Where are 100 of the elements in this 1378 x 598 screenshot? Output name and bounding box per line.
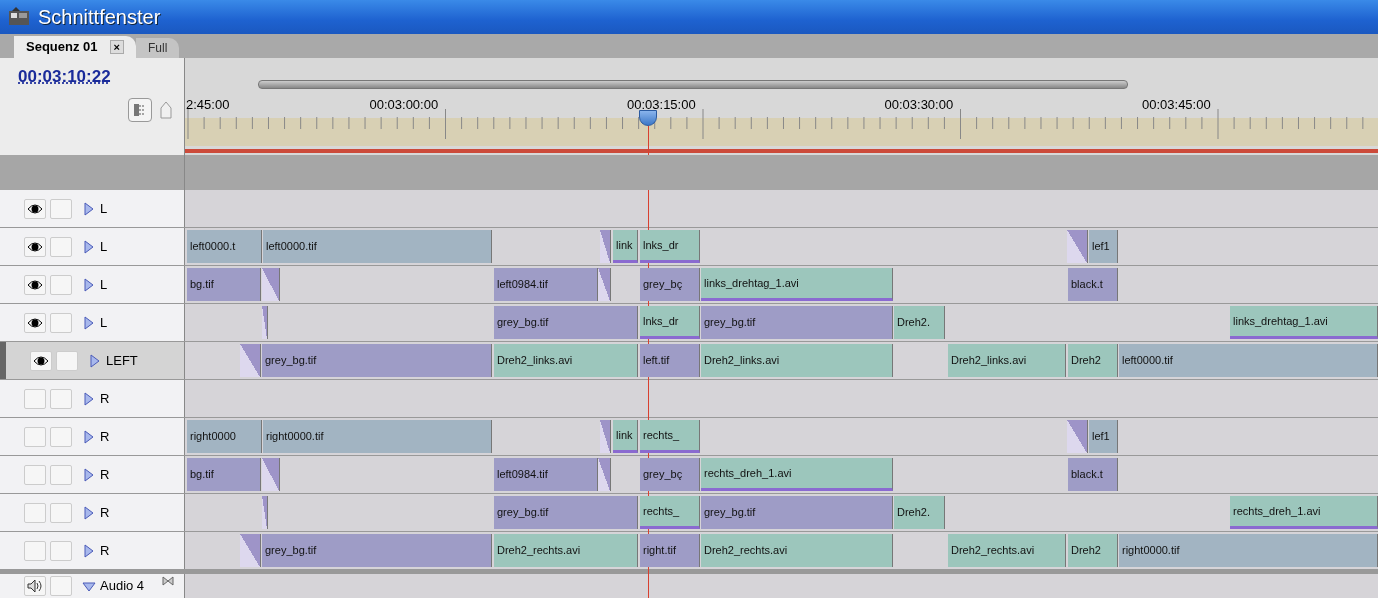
transition-clip[interactable]	[1067, 230, 1088, 263]
timeline-clip[interactable]: grey_bg.tif	[494, 496, 638, 529]
timeline-clip[interactable]: links_drehtag_1.avi	[1230, 306, 1378, 339]
timeline-clip[interactable]: left0984.tif	[494, 458, 598, 491]
timeline-clip[interactable]: Dreh2_links.avi	[701, 344, 893, 377]
timeline-clip[interactable]: right0000.tif	[263, 420, 492, 453]
timeline-clip[interactable]: left0000.tif	[263, 230, 492, 263]
timeline-clip[interactable]: bg.tif	[187, 458, 261, 491]
track-header[interactable]: L	[0, 304, 185, 341]
timeline-clip[interactable]: Dreh2.	[894, 306, 945, 339]
timeline-clip[interactable]: Dreh2_links.avi	[494, 344, 638, 377]
timeline-clip[interactable]: right0000.tif	[1119, 534, 1378, 567]
timeline-clip[interactable]: Dreh2_rechts.avi	[701, 534, 893, 567]
expand-triangle-icon[interactable]	[82, 429, 96, 444]
timeline-clip[interactable]: grey_bg.tif	[262, 344, 492, 377]
track-header[interactable]: R	[0, 532, 185, 569]
timeline-clip[interactable]: Dreh2_rechts.avi	[494, 534, 638, 567]
eye-icon[interactable]	[33, 354, 49, 367]
timeline-clip[interactable]: links_drehtag_1.avi	[701, 268, 893, 301]
timeline-clip[interactable]: rechts_	[640, 420, 700, 453]
timeline-clip[interactable]: Dreh2.	[894, 496, 945, 529]
timeline-clip[interactable]: left0000.tif	[1119, 344, 1378, 377]
timeline-clip[interactable]: link	[613, 420, 638, 453]
expand-triangle-icon[interactable]	[82, 505, 96, 520]
timeline-clip[interactable]: rechts_dreh_1.avi	[1230, 496, 1378, 529]
timeline-clip[interactable]: grey_bg.tif	[701, 496, 893, 529]
expand-triangle-icon[interactable]	[88, 353, 102, 368]
track-header[interactable]: LEFT	[0, 342, 185, 379]
ruler-label: 00:03:30:00	[884, 96, 954, 114]
transition-clip[interactable]	[598, 458, 611, 491]
track-header[interactable]: R	[0, 418, 185, 455]
transition-clip[interactable]	[600, 230, 611, 263]
ruler-label: 00:03:15:00	[627, 96, 696, 114]
timeline-clip[interactable]: link	[613, 230, 638, 263]
eye-icon[interactable]	[27, 202, 43, 215]
track-header[interactable]: Audio 4	[0, 574, 185, 598]
zoom-scrollbar[interactable]	[258, 80, 1128, 89]
tab[interactable]: Sequenz 01 ×	[14, 36, 136, 58]
timeline-clip[interactable]: left0000.t	[187, 230, 262, 263]
timeline-clip[interactable]: right.tif	[640, 534, 700, 567]
timeline-clip[interactable]: grey_bg.tif	[494, 306, 638, 339]
transition-clip[interactable]	[262, 496, 268, 529]
timeline-clip[interactable]: left0984.tif	[494, 268, 598, 301]
transition-clip[interactable]	[240, 534, 261, 567]
transition-clip[interactable]	[240, 344, 261, 377]
timeline-clip[interactable]: black.t	[1068, 458, 1118, 491]
track-name: R	[100, 427, 110, 446]
snap-button[interactable]	[128, 97, 152, 122]
track-header[interactable]: R	[0, 380, 185, 417]
expand-triangle-icon[interactable]	[82, 467, 96, 482]
track-name: LEFT	[106, 351, 138, 370]
transition-clip[interactable]	[600, 420, 611, 453]
transition-clip[interactable]	[262, 268, 280, 301]
transition-clip[interactable]	[262, 458, 280, 491]
timeline-clip[interactable]: grey_bg.tif	[701, 306, 893, 339]
timeline-clip[interactable]: Dreh2_rechts.avi	[948, 534, 1066, 567]
track-name: R	[100, 465, 110, 484]
timeline-clip[interactable]: Dreh2	[1068, 534, 1118, 567]
marker-icon[interactable]	[160, 100, 172, 119]
timeline-clip[interactable]: lnks_dr	[640, 306, 700, 339]
time-ruler[interactable]: 2:45:00 00:03:00:00 00:03:15:00 00:03:30:00 00:03:45:00	[185, 58, 1378, 155]
track-header[interactable]: L	[0, 190, 185, 227]
bowtie-icon[interactable]	[162, 576, 174, 586]
track-header[interactable]: L	[0, 228, 185, 265]
speaker-icon[interactable]	[27, 579, 43, 593]
close-button[interactable]: ×	[109, 40, 124, 54]
timeline-clip[interactable]: grey_bg.tif	[262, 534, 492, 567]
expand-triangle-icon[interactable]	[82, 239, 96, 254]
timeline-clip[interactable]: bg.tif	[187, 268, 261, 301]
eye-icon[interactable]	[27, 240, 43, 253]
timeline-clip[interactable]: grey_bç	[640, 458, 700, 491]
timeline-clip[interactable]: Dreh2_links.avi	[948, 344, 1066, 377]
expand-triangle-icon[interactable]	[82, 315, 96, 330]
transition-clip[interactable]	[262, 306, 268, 339]
track-header[interactable]: L	[0, 266, 185, 303]
track-header[interactable]: R	[0, 494, 185, 531]
timeline-clip[interactable]: lef1	[1089, 420, 1118, 453]
expand-triangle-icon[interactable]	[82, 391, 96, 406]
timeline-clip[interactable]: grey_bç	[640, 268, 700, 301]
timeline-clip[interactable]: right0000	[187, 420, 262, 453]
expand-triangle-icon[interactable]	[82, 543, 96, 558]
transition-clip[interactable]	[1067, 420, 1088, 453]
timeline-clip[interactable]: Dreh2	[1068, 344, 1118, 377]
timeline-clip[interactable]: lnks_dr	[640, 230, 700, 263]
timecode-display[interactable]: 00:03:10:22	[18, 64, 111, 90]
track-header[interactable]: R	[0, 456, 185, 493]
eye-icon[interactable]	[27, 316, 43, 329]
expand-triangle-icon[interactable]	[82, 201, 96, 216]
tab[interactable]: Full	[135, 38, 180, 58]
eye-icon[interactable]	[27, 278, 43, 291]
timeline-clip[interactable]: rechts_dreh_1.avi	[701, 458, 893, 491]
timeline-clip[interactable]: lef1	[1089, 230, 1118, 263]
timeline-clip[interactable]: left.tif	[640, 344, 700, 377]
timeline-clip[interactable]: black.t	[1068, 268, 1118, 301]
timeline-clip[interactable]: rechts_	[640, 496, 700, 529]
track-name: Audio 4	[100, 577, 145, 596]
expand-triangle-icon[interactable]	[82, 277, 96, 292]
collapse-triangle-icon[interactable]	[82, 579, 96, 593]
film-icon	[8, 7, 30, 27]
transition-clip[interactable]	[598, 268, 611, 301]
